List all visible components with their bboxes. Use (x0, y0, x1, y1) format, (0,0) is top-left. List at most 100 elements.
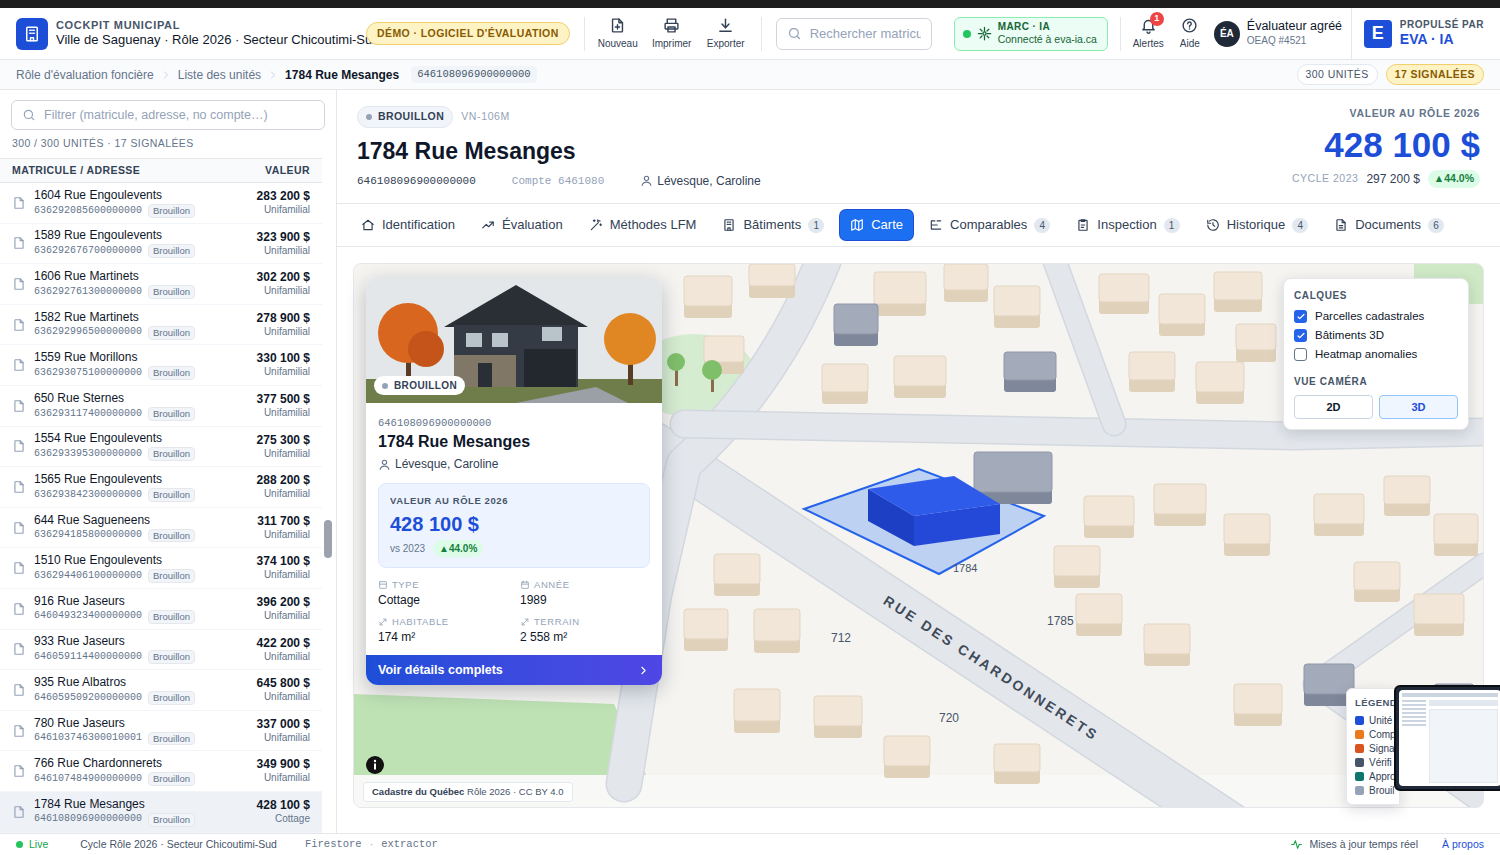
building (1099, 274, 1149, 314)
unit-value: 645 800 $ (257, 676, 310, 691)
tab-icon (1334, 218, 1348, 232)
tab[interactable]: Documents6 (1324, 210, 1454, 240)
layer-checkbox[interactable] (1294, 329, 1307, 342)
property-fact: HABITABLE174 m² (378, 616, 508, 645)
unit-row[interactable]: 650 Rue Sternes636293117400000000Brouill… (0, 386, 322, 427)
units-count: 300 UNITÉS (1297, 64, 1378, 86)
unit-value: 428 100 $ (257, 798, 310, 813)
unit-row[interactable]: 1604 Rue Engoulevents636292085600000000B… (0, 183, 322, 224)
global-search[interactable] (776, 18, 932, 50)
ai-status[interactable]: MARC · IA Connecté à eva-ia.ca (954, 17, 1108, 51)
layer-checkbox[interactable] (1294, 310, 1307, 323)
breadcrumb-item[interactable]: Rôle d'évaluation foncière (16, 66, 154, 84)
new-button[interactable]: Nouveau (591, 17, 645, 51)
tab[interactable]: Historique4 (1196, 210, 1319, 240)
tab[interactable]: Identification (351, 210, 465, 240)
tab-count: 6 (1428, 218, 1444, 233)
layer-toggle[interactable]: Bâtiments 3D (1294, 326, 1458, 345)
unit-address: 1510 Rue Engoulevents (34, 553, 249, 568)
user-info: Évaluateur agréé OEAQ #4521 (1247, 19, 1342, 47)
unit-type: Unifamilial (257, 529, 310, 542)
about-link[interactable]: À propos (1442, 837, 1484, 853)
building (1234, 684, 1282, 726)
unit-row[interactable]: 1784 Rue Mesanges646108096900000000Broui… (0, 792, 322, 833)
unit-row[interactable]: 1559 Rue Morillons636293075100000000Brou… (0, 345, 322, 386)
layer-toggle[interactable]: Heatmap anomalies (1294, 345, 1458, 364)
unit-row[interactable]: 916 Rue Jaseurs646049323400000000Brouill… (0, 589, 322, 630)
unit-value: VALEUR AU RÔLE 2026 428 100 $ CYCLE 2023… (1292, 106, 1480, 203)
help-button[interactable]: Aide (1180, 17, 1200, 51)
layer-toggle[interactable]: Parcelles cadastrales (1294, 307, 1458, 326)
change-pill: ▲44.0% (433, 540, 483, 557)
map-view[interactable]: 1784 1785712720 RUE DES CHARDONNERETS (353, 263, 1484, 808)
alerts-button[interactable]: Alertes 1 (1133, 17, 1164, 51)
building (684, 276, 732, 318)
unit-address: 1589 Rue Engoulevents (34, 228, 249, 243)
filter-field[interactable] (11, 100, 325, 130)
scrollbar-thumb[interactable] (324, 520, 332, 558)
card-facts: TYPECottageANNÉE1989HABITABLE174 m²TERRA… (378, 579, 650, 645)
unit-value: 422 200 $ (257, 636, 310, 651)
app-logo[interactable] (16, 18, 48, 50)
unit-type: Unifamilial (257, 488, 310, 501)
unit-row[interactable]: 935 Rue Albatros646059509200000000Brouil… (0, 670, 322, 711)
building (1434, 514, 1478, 556)
tab-icon (1206, 218, 1220, 232)
print-button[interactable]: Imprimer (645, 17, 699, 51)
document-icon (12, 318, 26, 332)
lot-label: 720 (939, 709, 959, 727)
building (714, 554, 760, 596)
search-input[interactable] (810, 24, 921, 44)
info-icon[interactable] (365, 755, 385, 775)
ai-subtitle: Connecté à eva-ia.ca (998, 33, 1097, 46)
export-button[interactable]: Exporter (699, 17, 753, 51)
status-badge: Brouillon (148, 407, 195, 421)
document-icon (12, 196, 26, 210)
unit-row[interactable]: 1510 Rue Engoulevents636294406100000000B… (0, 548, 322, 589)
tab-icon (1076, 218, 1090, 232)
unit-row[interactable]: 1582 Rue Martinets636292996500000000Brou… (0, 305, 322, 346)
tab[interactable]: Évaluation (471, 210, 573, 240)
tab[interactable]: Inspection1 (1066, 210, 1189, 240)
tab-count: 1 (1164, 218, 1180, 233)
filter-input[interactable] (44, 106, 314, 125)
tab[interactable]: Comparables4 (919, 210, 1060, 240)
unit-value: 323 900 $ (257, 230, 310, 245)
search-icon (22, 108, 36, 122)
screenshot-thumbnail[interactable] (1394, 685, 1500, 791)
unit-row[interactable]: 780 Rue Jaseurs646103746300010001Brouill… (0, 711, 322, 752)
tab-icon (361, 218, 375, 232)
layer-checkbox[interactable] (1294, 348, 1307, 361)
unit-matricule: 636293395300000000 (34, 448, 142, 461)
fact-icon (378, 617, 388, 627)
tab[interactable]: Méthodes LFM (579, 210, 707, 240)
tab[interactable]: Bâtiments1 (712, 210, 834, 240)
unit-row[interactable]: 644 Rue Sagueneens636294185800000000Brou… (0, 508, 322, 549)
status-badge: Brouillon (148, 813, 195, 827)
camera-button[interactable]: 3D (1379, 395, 1458, 419)
camera-button[interactable]: 2D (1294, 395, 1373, 419)
property-card[interactable]: BROUILLON 646108096900000000 1784 Rue Me… (366, 277, 662, 685)
layers-panel: CALQUES Parcelles cadastralesBâtiments 3… (1283, 278, 1469, 430)
download-icon (717, 17, 734, 34)
unit-row[interactable]: 766 Rue Chardonnerets646107484900000000B… (0, 751, 322, 792)
status-badge: Brouillon (148, 285, 195, 299)
user-avatar[interactable]: ÉA (1214, 21, 1240, 47)
tab[interactable]: Carte (840, 210, 913, 240)
list-summary: 300 / 300 UNITÉS · 17 SIGNALÉES (0, 136, 336, 152)
status-badge: Brouillon (148, 691, 195, 705)
unit-type: Unifamilial (257, 772, 310, 785)
legend-swatch (1355, 772, 1364, 781)
unit-row[interactable]: 1606 Rue Martinets636292761300000000Brou… (0, 264, 322, 305)
unit-row[interactable]: 933 Rue Jaseurs646059114400000000Brouill… (0, 630, 322, 671)
building (994, 286, 1040, 328)
unit-row[interactable]: 1589 Rue Engoulevents636292676700000000B… (0, 224, 322, 265)
tab-count: 4 (1292, 218, 1308, 233)
unit-header: BROUILLON VN-106M 1784 Rue Mesanges 6461… (337, 90, 1500, 203)
unit-row[interactable]: 1565 Rue Engoulevents636293842300000000B… (0, 467, 322, 508)
unit-row[interactable]: 1554 Rue Engoulevents636293395300000000B… (0, 427, 322, 468)
printer-icon (663, 17, 680, 34)
unit-matricule: 636293117400000000 (34, 408, 142, 421)
details-button[interactable]: Voir détails complets (366, 655, 662, 685)
breadcrumb-item[interactable]: Liste des unités (178, 66, 261, 84)
